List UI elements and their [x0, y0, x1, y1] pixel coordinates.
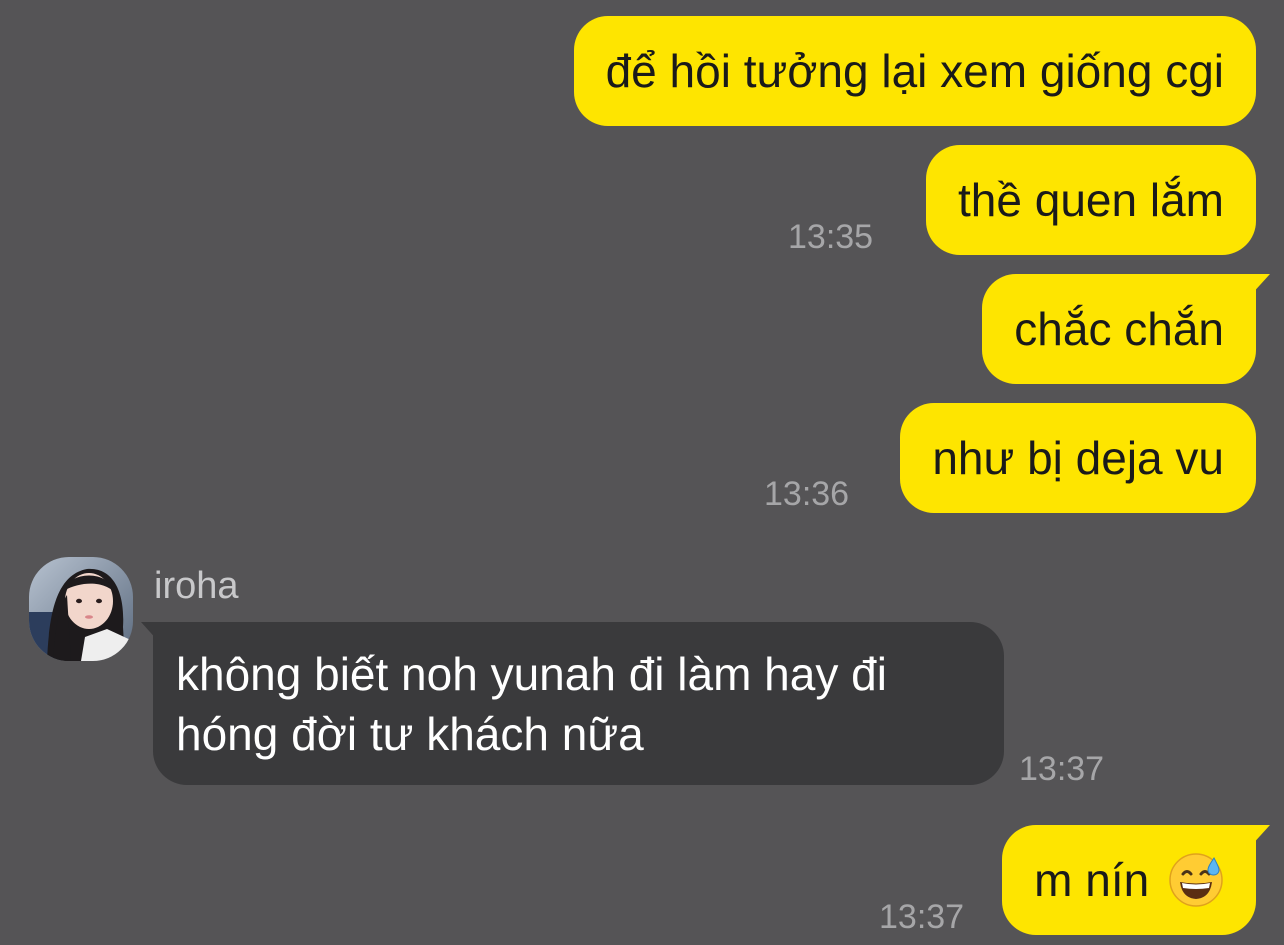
message-bubble[interactable]: để hồi tưởng lại xem giống cgi — [573, 16, 1256, 126]
message-text: không biết noh yunah đi làm hay đi hóng … — [176, 648, 887, 760]
message-timestamp: 13:37 — [1019, 750, 1105, 788]
message-bubble[interactable]: không biết noh yunah đi làm hay đi hóng … — [141, 622, 1004, 785]
message-text: m nín — [1034, 854, 1150, 906]
message-text: để hồi tưởng lại xem giống cgi — [605, 45, 1224, 97]
message-bubble[interactable]: m nín — [1002, 825, 1270, 935]
profile-photo-icon — [29, 557, 133, 661]
message-text: thề quen lắm — [958, 174, 1224, 226]
message-timestamp: 13:36 — [764, 475, 850, 513]
message-text: chắc chắn — [1014, 303, 1224, 355]
grinning-face-with-sweat-icon — [1169, 853, 1223, 907]
chat-area: để hồi tưởng lại xem giống cgi 13:35 thề… — [0, 0, 1284, 945]
message-bubble[interactable]: thề quen lắm — [926, 145, 1256, 255]
message-bubble[interactable]: chắc chắn — [982, 274, 1270, 384]
message-text: như bị deja vu — [932, 432, 1224, 484]
message-timestamp: 13:37 — [879, 898, 965, 936]
message-timestamp: 13:35 — [788, 218, 874, 256]
message-bubble[interactable]: như bị deja vu — [900, 403, 1256, 513]
sender-name: iroha — [154, 565, 239, 607]
avatar[interactable] — [29, 557, 133, 661]
